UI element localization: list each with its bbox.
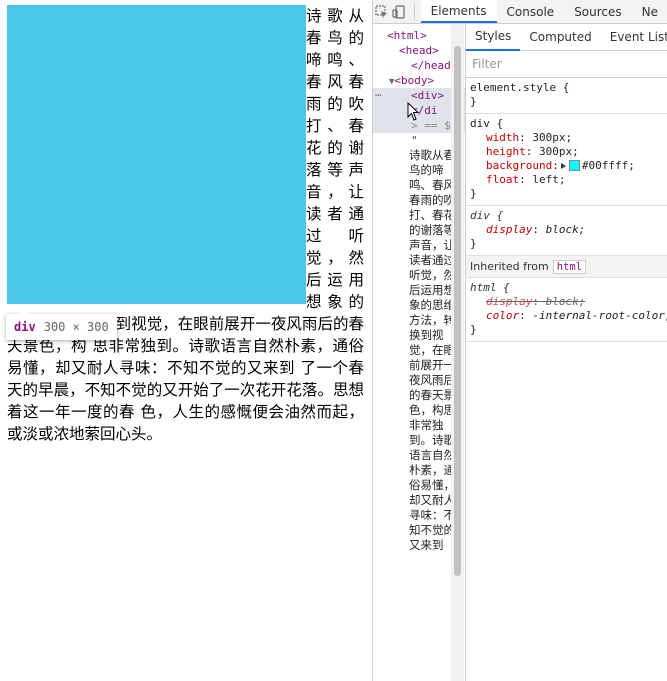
inherited-from-header: Inherited from html [466,256,667,278]
prop-value: block; [545,295,586,308]
div-user-agent-rule[interactable]: div { display: block; } [466,206,667,256]
prop-value: left; [532,173,566,186]
color-declaration: color: -internal-root-color; [470,309,667,323]
more-options-icon[interactable]: … [375,85,382,100]
devtools-toolbar: Elements Console Sources Ne [373,0,667,24]
tab-computed[interactable]: Computed [520,25,600,50]
tab-sources[interactable]: Sources [564,1,631,23]
tooltip-arrow [18,308,30,314]
floated-div-box[interactable] [7,5,306,304]
styles-subtabs: Styles Computed Event Listene [466,24,667,51]
width-declaration[interactable]: width: 300px; [470,131,667,145]
height-declaration[interactable]: height: 300px; [470,145,667,159]
color-swatch-icon[interactable] [568,160,580,171]
prop-value: #00ffff; [581,159,635,172]
tab-styles[interactable]: Styles [466,24,521,51]
prop-name: display [486,223,533,236]
inherited-label: Inherited from [470,260,549,273]
div-author-rule[interactable]: div { width: 300px; height: 300px; backg… [466,114,667,206]
prop-name: float [486,173,520,186]
prop-name: width [486,131,520,144]
styles-pane: Styles Computed Event Listene element.st… [466,24,667,681]
display-declaration: display: block; [486,223,586,236]
element-inspect-tooltip: div 300 × 300 [6,308,117,340]
elements-tree[interactable]: <html> <head> </head> ▼<body> … <div> </d… [373,24,466,681]
tooltip-tag-name: div [14,320,36,334]
display-declaration-inactive: display: block; [486,295,586,308]
rule-close-brace: } [470,323,477,336]
body-open-tag: <body> [394,74,435,87]
background-declaration[interactable]: background: #00ffff; [470,159,667,173]
inherited-tag-link[interactable]: html [552,259,586,274]
prop-value: 300px; [539,145,579,158]
html-ua-selector: html { [470,281,510,294]
element-style-rule[interactable]: element.style { } [466,78,667,114]
inspect-element-icon[interactable] [373,1,390,23]
head-open-tag: <head> [399,44,439,57]
tab-elements[interactable]: Elements [420,0,497,23]
text-node-content[interactable]: 诗歌从春鸟的啼鸣、春风春雨的吹打、春花的谢落等声音，让读者通过听觉，然后运用想象… [409,148,455,553]
tab-event-listeners[interactable]: Event Listene [601,25,667,50]
prop-name: height [486,145,526,158]
element-style-selector: element.style { [470,81,570,94]
prop-name: background [486,159,553,172]
prop-name: display [486,295,533,308]
devtools-panel: Elements Console Sources Ne <html> <head… [372,0,667,681]
tab-network[interactable]: Ne [632,1,667,23]
div-rule-selector: div { [470,117,504,130]
rendered-page: 诗歌从春鸟的啼鸣、春风春雨的吹打、春花的谢落等声音，让读者通过听觉，然后运用想象… [0,0,372,681]
toolbar-divider [413,3,415,20]
filter-input[interactable] [472,57,652,71]
device-toggle-icon[interactable] [390,1,407,23]
rule-close-brace: } [470,237,477,250]
html-open-tag: <html> [387,29,427,42]
page-content: 诗歌从春鸟的啼鸣、春风春雨的吹打、春花的谢落等声音，让读者通过听觉，然后运用想象… [0,0,372,445]
float-declaration[interactable]: float: left; [470,173,667,187]
div-ua-selector: div { [470,209,504,222]
elements-scrollbar[interactable] [451,24,464,681]
expand-arrow-icon[interactable] [560,162,566,169]
tooltip-size: 300 × 300 [43,320,109,334]
html-user-agent-rule[interactable]: html { display: block; color: -internal-… [466,278,667,342]
styles-filter [466,51,667,78]
prop-value: 300px; [532,131,573,144]
prop-value: -internal-root-color; [532,309,667,322]
rule-close-brace: } [470,187,477,200]
prop-value: block; [545,223,586,236]
mouse-cursor-icon [407,102,420,121]
rule-close-brace: } [470,95,477,108]
scrollbar-thumb[interactable] [454,46,461,576]
prop-name: color [486,309,520,322]
tab-console[interactable]: Console [497,1,565,23]
div-open-tag: <div> [411,89,445,102]
